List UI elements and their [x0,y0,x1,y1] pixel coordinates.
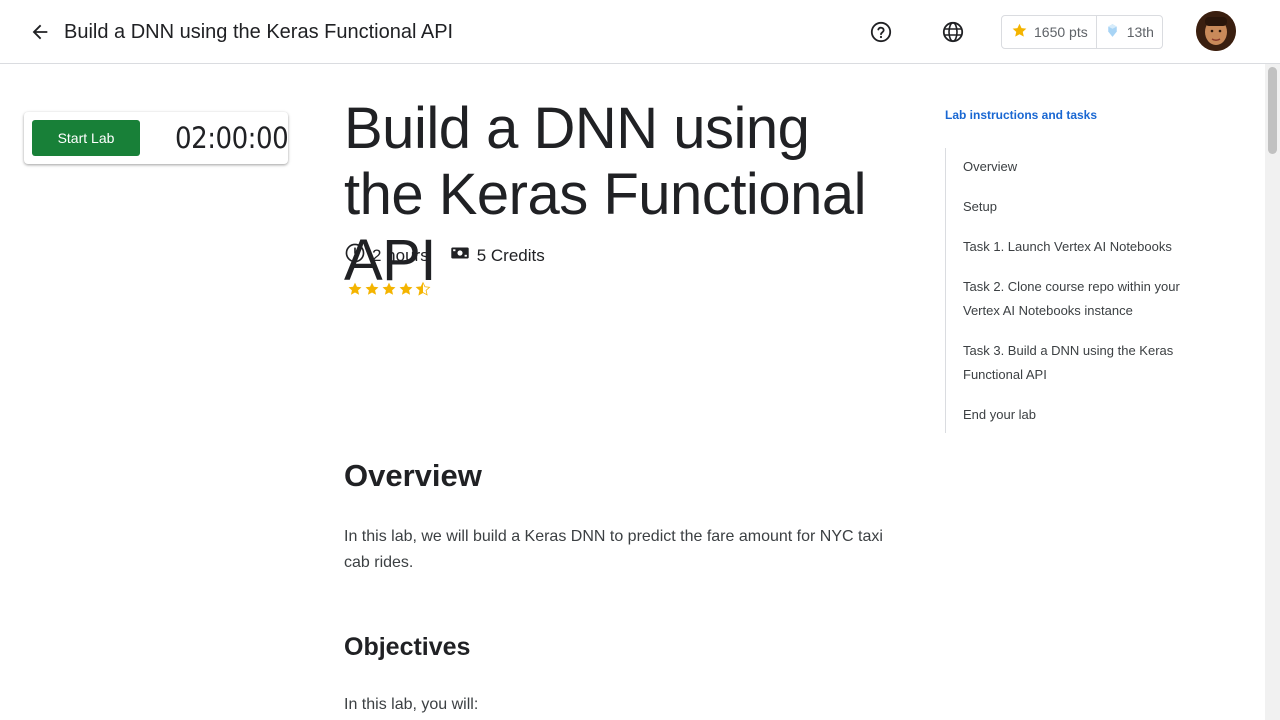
header-title: Build a DNN using the Keras Functional A… [64,21,454,43]
star-icon [348,282,362,295]
avatar[interactable] [1196,11,1236,51]
toc-heading: Lab instructions and tasks [945,108,1098,122]
globe-icon[interactable] [939,18,967,46]
points-segment[interactable]: 1650 pts [1002,16,1096,48]
toc-list: Overview Setup Task 1. Launch Vertex AI … [945,148,1205,433]
half-star-icon [415,281,431,296]
clock-icon [344,242,366,269]
start-lab-card: Start Lab 02:00:00 [24,112,289,164]
rank-value: 13th [1126,24,1154,40]
star-icon [365,282,379,295]
start-lab-button[interactable]: Start Lab [32,120,140,156]
rating-stars[interactable] [347,281,431,297]
top-app-bar: Build a DNN using the Keras Functional A… [0,0,1280,64]
arrow-back-icon[interactable] [26,18,54,46]
star-icon [399,282,413,295]
money-icon [449,242,471,269]
toc-item-task-3[interactable]: Task 3. Build a DNN using the Keras Func… [963,339,1198,387]
toc-item-task-2[interactable]: Task 2. Clone course repo within your Ve… [963,275,1198,323]
credits-meta: 5 Credits [449,242,545,269]
star-icon [382,282,396,295]
toc-item-overview[interactable]: Overview [963,155,1198,179]
toc-item-setup[interactable]: Setup [963,195,1198,219]
overview-paragraph: In this lab, we will build a Keras DNN t… [344,528,883,571]
duration-text: 2 hours [372,245,429,265]
rank-segment[interactable]: 13th [1095,16,1162,48]
toc-item-task-1[interactable]: Task 1. Launch Vertex AI Notebooks [963,235,1198,259]
objectives-intro: In this lab, you will: [344,696,479,713]
lab-timer: 02:00:00 [175,121,289,155]
points-value: 1650 pts [1034,24,1088,40]
credits-text: 5 Credits [476,245,545,265]
duration-meta: 2 hours [344,242,429,269]
objectives-heading: Objectives [344,633,471,661]
overview-heading: Overview [344,458,482,493]
scrollbar-thumb[interactable] [1268,67,1277,154]
points-rank-widget[interactable]: 1650 pts 13th [1001,15,1163,49]
star-icon [1011,22,1028,42]
gem-icon [1104,22,1121,42]
toc-item-end-lab[interactable]: End your lab [963,403,1198,427]
lab-meta: 2 hours 5 Credits [344,242,565,269]
scrollbar-track[interactable] [1265,64,1280,720]
help-circle-icon[interactable] [867,18,895,46]
